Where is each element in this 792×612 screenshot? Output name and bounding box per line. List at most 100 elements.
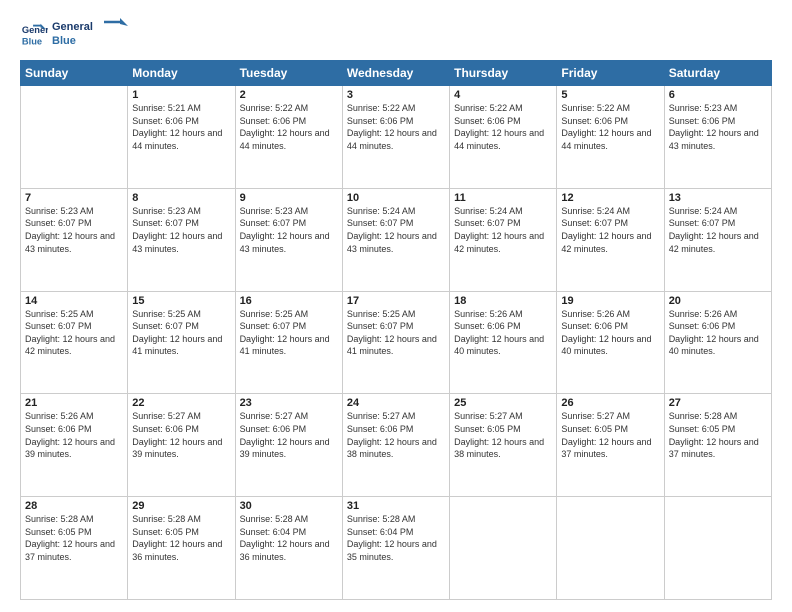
day-number: 25 <box>454 397 552 409</box>
svg-text:Blue: Blue <box>22 36 42 46</box>
calendar-day-cell: 1Sunrise: 5:21 AMSunset: 6:06 PMDaylight… <box>128 86 235 189</box>
day-number: 8 <box>132 192 230 204</box>
day-info: Sunrise: 5:26 AMSunset: 6:06 PMDaylight:… <box>454 308 552 358</box>
day-number: 11 <box>454 192 552 204</box>
calendar-day-header: Thursday <box>450 61 557 86</box>
calendar-day-header: Sunday <box>21 61 128 86</box>
day-number: 16 <box>240 295 338 307</box>
day-info: Sunrise: 5:27 AMSunset: 6:06 PMDaylight:… <box>240 410 338 460</box>
day-info: Sunrise: 5:22 AMSunset: 6:06 PMDaylight:… <box>240 102 338 152</box>
calendar-day-header: Friday <box>557 61 664 86</box>
day-info: Sunrise: 5:27 AMSunset: 6:05 PMDaylight:… <box>561 410 659 460</box>
day-number: 3 <box>347 89 445 101</box>
calendar-week-row: 7Sunrise: 5:23 AMSunset: 6:07 PMDaylight… <box>21 188 772 291</box>
logo: General Blue General Blue <box>20 16 132 52</box>
day-info: Sunrise: 5:24 AMSunset: 6:07 PMDaylight:… <box>454 205 552 255</box>
day-number: 30 <box>240 500 338 512</box>
day-number: 19 <box>561 295 659 307</box>
day-number: 22 <box>132 397 230 409</box>
calendar-week-row: 21Sunrise: 5:26 AMSunset: 6:06 PMDayligh… <box>21 394 772 497</box>
day-info: Sunrise: 5:25 AMSunset: 6:07 PMDaylight:… <box>132 308 230 358</box>
calendar-day-cell: 18Sunrise: 5:26 AMSunset: 6:06 PMDayligh… <box>450 291 557 394</box>
day-number: 31 <box>347 500 445 512</box>
calendar-day-cell: 19Sunrise: 5:26 AMSunset: 6:06 PMDayligh… <box>557 291 664 394</box>
day-info: Sunrise: 5:27 AMSunset: 6:06 PMDaylight:… <box>132 410 230 460</box>
calendar-day-cell: 28Sunrise: 5:28 AMSunset: 6:05 PMDayligh… <box>21 497 128 600</box>
calendar-day-cell: 24Sunrise: 5:27 AMSunset: 6:06 PMDayligh… <box>342 394 449 497</box>
day-info: Sunrise: 5:28 AMSunset: 6:05 PMDaylight:… <box>132 513 230 563</box>
day-number: 13 <box>669 192 767 204</box>
day-info: Sunrise: 5:27 AMSunset: 6:05 PMDaylight:… <box>454 410 552 460</box>
day-number: 10 <box>347 192 445 204</box>
header: General Blue General Blue <box>20 16 772 52</box>
svg-text:Blue: Blue <box>52 35 76 47</box>
logo-graphic: General Blue <box>52 16 132 52</box>
calendar-day-cell: 15Sunrise: 5:25 AMSunset: 6:07 PMDayligh… <box>128 291 235 394</box>
calendar-day-cell: 7Sunrise: 5:23 AMSunset: 6:07 PMDaylight… <box>21 188 128 291</box>
calendar-day-cell: 29Sunrise: 5:28 AMSunset: 6:05 PMDayligh… <box>128 497 235 600</box>
day-info: Sunrise: 5:23 AMSunset: 6:07 PMDaylight:… <box>240 205 338 255</box>
calendar-day-cell: 26Sunrise: 5:27 AMSunset: 6:05 PMDayligh… <box>557 394 664 497</box>
day-number: 17 <box>347 295 445 307</box>
day-number: 20 <box>669 295 767 307</box>
calendar-header-row: SundayMondayTuesdayWednesdayThursdayFrid… <box>21 61 772 86</box>
day-number: 4 <box>454 89 552 101</box>
calendar-day-header: Tuesday <box>235 61 342 86</box>
day-info: Sunrise: 5:26 AMSunset: 6:06 PMDaylight:… <box>25 410 123 460</box>
day-info: Sunrise: 5:28 AMSunset: 6:04 PMDaylight:… <box>347 513 445 563</box>
calendar-day-cell: 31Sunrise: 5:28 AMSunset: 6:04 PMDayligh… <box>342 497 449 600</box>
calendar-day-cell: 6Sunrise: 5:23 AMSunset: 6:06 PMDaylight… <box>664 86 771 189</box>
day-number: 6 <box>669 89 767 101</box>
day-number: 23 <box>240 397 338 409</box>
day-info: Sunrise: 5:26 AMSunset: 6:06 PMDaylight:… <box>669 308 767 358</box>
calendar-day-cell: 22Sunrise: 5:27 AMSunset: 6:06 PMDayligh… <box>128 394 235 497</box>
calendar-week-row: 14 Sunrise: 5:25 AMSunset: 6:07 PMDayligh… <box>21 291 772 394</box>
calendar-day-cell: 23Sunrise: 5:27 AMSunset: 6:06 PMDayligh… <box>235 394 342 497</box>
calendar-day-cell <box>450 497 557 600</box>
day-number: 26 <box>561 397 659 409</box>
calendar-day-cell: 5Sunrise: 5:22 AMSunset: 6:06 PMDaylight… <box>557 86 664 189</box>
day-info: Sunrise: 5:23 AMSunset: 6:07 PMDaylight:… <box>132 205 230 255</box>
calendar-day-cell <box>664 497 771 600</box>
day-number: 18 <box>454 295 552 307</box>
calendar-day-cell: 25Sunrise: 5:27 AMSunset: 6:05 PMDayligh… <box>450 394 557 497</box>
page: General Blue General Blue SundayMondayT <box>0 0 792 612</box>
calendar-day-cell: 8Sunrise: 5:23 AMSunset: 6:07 PMDaylight… <box>128 188 235 291</box>
calendar-day-cell: 14Sunrise: 5:25 AMSunset: 6:07 PMDayligh… <box>21 291 128 394</box>
day-info: Sunrise: 5:23 AMSunset: 6:07 PMDaylight:… <box>25 205 123 255</box>
day-number: 28 <box>25 500 123 512</box>
day-number: 12 <box>561 192 659 204</box>
day-info: Sunrise: 5:24 AMSunset: 6:07 PMDaylight:… <box>347 205 445 255</box>
day-info: Sunrise: 5:26 AMSunset: 6:06 PMDaylight:… <box>561 308 659 358</box>
day-number: 14 <box>25 295 123 307</box>
day-number: 9 <box>240 192 338 204</box>
calendar-day-cell: 13Sunrise: 5:24 AMSunset: 6:07 PMDayligh… <box>664 188 771 291</box>
day-info: Sunrise: 5:25 AMSunset: 6:07 PMDaylight:… <box>240 308 338 358</box>
day-number: 27 <box>669 397 767 409</box>
day-number: 1 <box>132 89 230 101</box>
day-number: 15 <box>132 295 230 307</box>
calendar-day-cell: 20Sunrise: 5:26 AMSunset: 6:06 PMDayligh… <box>664 291 771 394</box>
day-info: Sunrise: 5:24 AMSunset: 6:07 PMDaylight:… <box>669 205 767 255</box>
calendar-day-cell: 3Sunrise: 5:22 AMSunset: 6:06 PMDaylight… <box>342 86 449 189</box>
calendar-day-cell: 9Sunrise: 5:23 AMSunset: 6:07 PMDaylight… <box>235 188 342 291</box>
calendar-day-cell: 10Sunrise: 5:24 AMSunset: 6:07 PMDayligh… <box>342 188 449 291</box>
day-number: 7 <box>25 192 123 204</box>
day-info: Sunrise: 5:28 AMSunset: 6:05 PMDaylight:… <box>669 410 767 460</box>
calendar-day-cell: 17Sunrise: 5:25 AMSunset: 6:07 PMDayligh… <box>342 291 449 394</box>
day-info: Sunrise: 5:25 AMSunset: 6:07 PMDaylight:… <box>347 308 445 358</box>
calendar-day-cell: 12Sunrise: 5:24 AMSunset: 6:07 PMDayligh… <box>557 188 664 291</box>
calendar-day-header: Wednesday <box>342 61 449 86</box>
calendar-day-cell: 16Sunrise: 5:25 AMSunset: 6:07 PMDayligh… <box>235 291 342 394</box>
day-info: Sunrise: 5:21 AMSunset: 6:06 PMDaylight:… <box>132 102 230 152</box>
svg-text:General: General <box>52 21 93 33</box>
day-number: 5 <box>561 89 659 101</box>
day-info: Sunrise: 5:27 AMSunset: 6:06 PMDaylight:… <box>347 410 445 460</box>
day-number: 29 <box>132 500 230 512</box>
day-number: 21 <box>25 397 123 409</box>
day-info: Sunrise: 5:24 AMSunset: 6:07 PMDaylight:… <box>561 205 659 255</box>
svg-text:General: General <box>22 25 48 35</box>
calendar-day-cell: 30Sunrise: 5:28 AMSunset: 6:04 PMDayligh… <box>235 497 342 600</box>
day-info: Sunrise: 5:28 AMSunset: 6:05 PMDaylight:… <box>25 513 123 563</box>
day-info: Sunrise: 5:22 AMSunset: 6:06 PMDaylight:… <box>561 102 659 152</box>
